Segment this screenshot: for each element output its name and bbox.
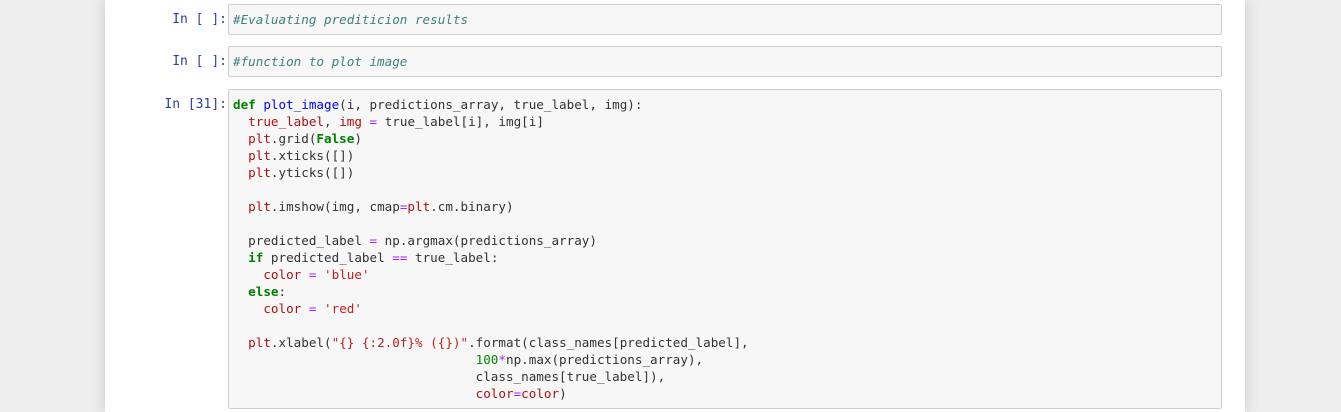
code-line: true_label, img = true_label[i], img[i] <box>248 114 544 129</box>
code-cell-1[interactable]: In [ ]: #Evaluating prediticion results <box>105 4 1245 36</box>
code-editor[interactable]: def plot_image(i, predictions_array, tru… <box>229 90 1221 408</box>
code-input-area[interactable]: def plot_image(i, predictions_array, tru… <box>228 89 1222 409</box>
code-line: else: <box>248 284 287 299</box>
code-cell-2[interactable]: In [ ]: #function to plot image <box>105 46 1245 78</box>
code-line: plt.xticks([]) <box>248 148 355 163</box>
code-comment: #Evaluating prediticion results <box>233 12 469 27</box>
code-line: plt.imshow(img, cmap=plt.cm.binary) <box>248 199 514 214</box>
input-prompt: In [ ]: <box>172 12 227 27</box>
code-line: color = 'red' <box>263 301 362 316</box>
input-prompt: In [ ]: <box>172 54 227 69</box>
code-line: plt.grid(False) <box>248 131 362 146</box>
code-input-area[interactable]: #function to plot image <box>228 46 1222 77</box>
input-prompt: In [31]: <box>164 97 227 112</box>
code-line: if predicted_label == true_label: <box>248 250 499 265</box>
code-line: 100*np.max(predictions_array), <box>475 352 704 367</box>
code-line: plt.yticks([]) <box>248 165 355 180</box>
code-line: class_names[true_label]), <box>233 369 666 384</box>
notebook-container: In [ ]: #Evaluating prediticion results … <box>105 0 1245 412</box>
code-line: color=color) <box>475 386 567 401</box>
code-line: color = 'blue' <box>263 267 370 282</box>
code-line: def plot_image(i, predictions_array, tru… <box>233 97 643 112</box>
code-cell-3[interactable]: In [31]: def plot_image(i, predictions_a… <box>105 89 1245 409</box>
code-comment: #function to plot image <box>233 54 408 69</box>
code-line: predicted_label = np.argmax(predictions_… <box>233 233 597 248</box>
code-line: plt.xlabel("{} {:2.0f}% ({})".format(cla… <box>248 335 749 350</box>
code-input-area[interactable]: #Evaluating prediticion results <box>228 4 1222 35</box>
